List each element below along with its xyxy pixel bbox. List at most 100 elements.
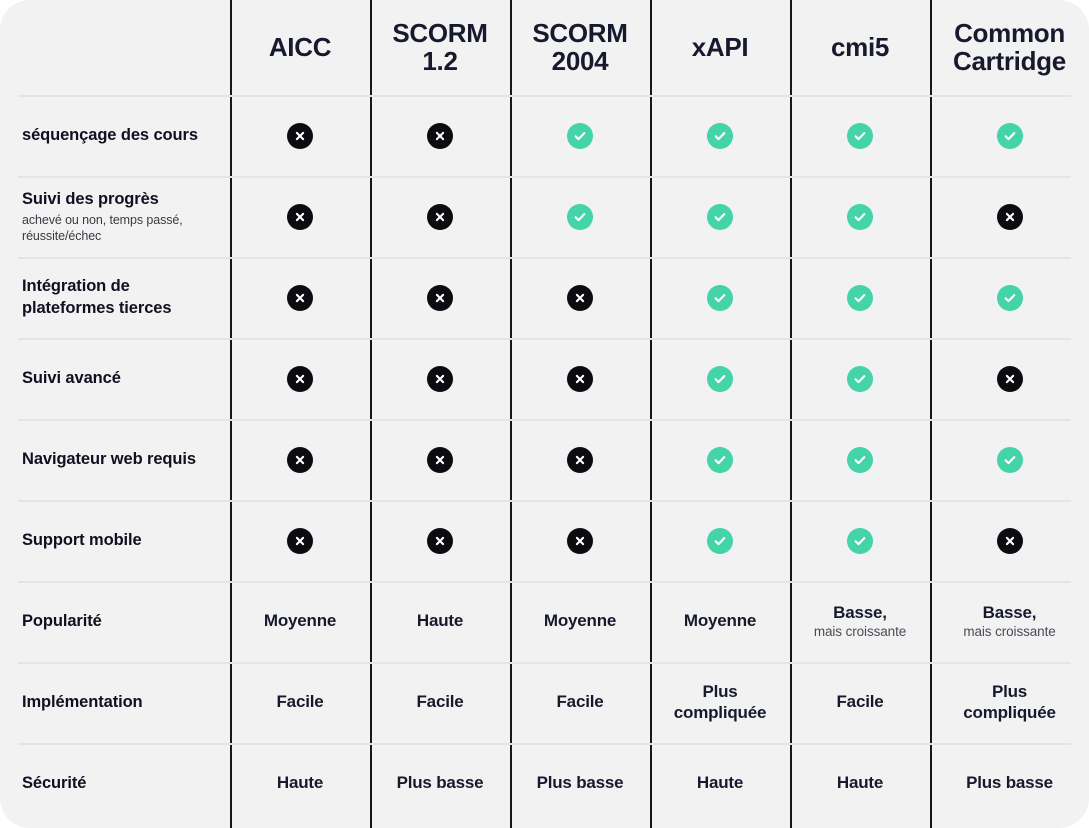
row-divider-7: [18, 662, 1071, 664]
column-header-label: cmi5: [830, 31, 890, 62]
cross-icon: [567, 365, 593, 392]
cell-value: Haute: [277, 773, 323, 793]
row-divider-2: [18, 257, 1071, 259]
check-icon: [996, 122, 1023, 149]
cell-value: Plus compliquée: [963, 682, 1056, 722]
column-header-aicc[interactable]: AICC: [230, 0, 370, 95]
cross-icon: [996, 527, 1023, 554]
cell-value-main: Moyenne: [263, 611, 337, 631]
column-divider-2: [510, 0, 512, 828]
row-divider-4: [18, 419, 1071, 421]
row-divider-6: [18, 581, 1071, 583]
cell-2-cmi5: [790, 257, 930, 338]
cell-value-main: Haute: [416, 611, 464, 631]
cell-2-aicc: [230, 257, 370, 338]
check-icon: [707, 122, 733, 149]
cell-2-scorm12: [370, 257, 510, 338]
row-title: Popularité: [22, 611, 102, 630]
check-icon: [567, 203, 593, 230]
cell-3-aicc: [230, 338, 370, 419]
cross-icon: [287, 365, 313, 392]
row-subtitle: achevé ou non, temps passé, réussite/éch…: [22, 213, 183, 244]
cross-icon: [427, 284, 453, 311]
row-header-4: Navigateur web requis: [0, 419, 230, 500]
check-icon: [847, 365, 873, 392]
cell-8-scorm12: Plus basse: [370, 743, 510, 824]
column-header-commoncartridge[interactable]: Common Cartridge: [930, 0, 1089, 95]
cell-0-scorm2004: [510, 95, 650, 176]
cell-7-xapi: Plus compliquée: [650, 662, 790, 743]
check-icon: [707, 527, 733, 554]
cross-icon: [287, 446, 313, 473]
column-divider-4: [790, 0, 792, 828]
cross-icon: [287, 122, 313, 149]
cell-0-commoncartridge: [930, 95, 1089, 176]
cell-7-scorm12: Facile: [370, 662, 510, 743]
comparison-grid: AICC SCORM 1.2 SCORM 2004 xAPI cmi5 Common Cart…: [0, 0, 1089, 824]
cell-4-scorm2004: [510, 419, 650, 500]
cross-icon: [996, 203, 1023, 230]
cross-icon: [427, 527, 453, 554]
cross-icon: [427, 203, 453, 230]
cell-4-scorm12: [370, 419, 510, 500]
column-header-scorm2004[interactable]: SCORM 2004: [510, 0, 650, 95]
cell-1-scorm12: [370, 176, 510, 257]
cell-4-commoncartridge: [930, 419, 1089, 500]
cell-value: Moyenne: [684, 611, 756, 631]
cell-6-scorm2004: Moyenne: [510, 581, 650, 662]
cell-7-commoncartridge: Plus compliquée: [930, 662, 1089, 743]
header-corner-cell: [0, 0, 230, 95]
cell-value-main: Facile: [276, 692, 324, 712]
cell-1-aicc: [230, 176, 370, 257]
cross-icon: [427, 365, 453, 392]
cross-icon: [427, 446, 453, 473]
check-icon: [996, 446, 1023, 473]
cross-icon: [567, 527, 593, 554]
cell-value: Haute: [837, 773, 883, 793]
column-divider-5: [930, 0, 932, 828]
row-title: Support mobile: [22, 530, 142, 549]
column-header-label: Common Cartridge: [953, 17, 1066, 76]
check-icon: [996, 284, 1023, 311]
cell-5-cmi5: [790, 500, 930, 581]
row-header-6: Popularité: [0, 581, 230, 662]
row-title: Navigateur web requis: [22, 449, 196, 468]
cell-value: Facile: [417, 692, 464, 712]
cell-0-cmi5: [790, 95, 930, 176]
cell-6-commoncartridge: Basse, mais croissante: [930, 581, 1089, 662]
cell-value-main: Haute: [696, 773, 744, 793]
cell-value: Moyenne: [544, 611, 616, 631]
cell-value-main: Basse,: [833, 602, 887, 622]
cell-8-xapi: Haute: [650, 743, 790, 824]
cell-5-xapi: [650, 500, 790, 581]
cross-icon: [996, 365, 1023, 392]
cell-value-sub: mais croissante: [963, 623, 1056, 639]
column-divider-0: [230, 0, 232, 828]
cross-icon: [567, 284, 593, 311]
cell-7-scorm2004: Facile: [510, 662, 650, 743]
cell-value: Facile: [277, 692, 324, 712]
cell-value-main: Moyenne: [683, 611, 757, 631]
cell-1-commoncartridge: [930, 176, 1089, 257]
cell-value-main: Haute: [276, 773, 324, 793]
column-header-scorm12[interactable]: SCORM 1.2: [370, 0, 510, 95]
column-header-xapi[interactable]: xAPI: [650, 0, 790, 95]
row-header-3: Suivi avancé: [0, 338, 230, 419]
check-icon: [707, 365, 733, 392]
column-divider-3: [650, 0, 652, 828]
cell-3-cmi5: [790, 338, 930, 419]
cross-icon: [287, 527, 313, 554]
row-header-7: Implémentation: [0, 662, 230, 743]
cell-0-aicc: [230, 95, 370, 176]
cell-3-scorm12: [370, 338, 510, 419]
column-divider-1: [370, 0, 372, 828]
row-header-8: Sécurité: [0, 743, 230, 824]
cell-3-xapi: [650, 338, 790, 419]
row-divider-0: [18, 95, 1071, 97]
column-header-label: xAPI: [691, 31, 749, 62]
row-divider-1: [18, 176, 1071, 178]
cell-value-main: Haute: [836, 773, 884, 793]
cell-2-commoncartridge: [930, 257, 1089, 338]
column-header-cmi5[interactable]: cmi5: [790, 0, 930, 95]
check-icon: [707, 446, 733, 473]
